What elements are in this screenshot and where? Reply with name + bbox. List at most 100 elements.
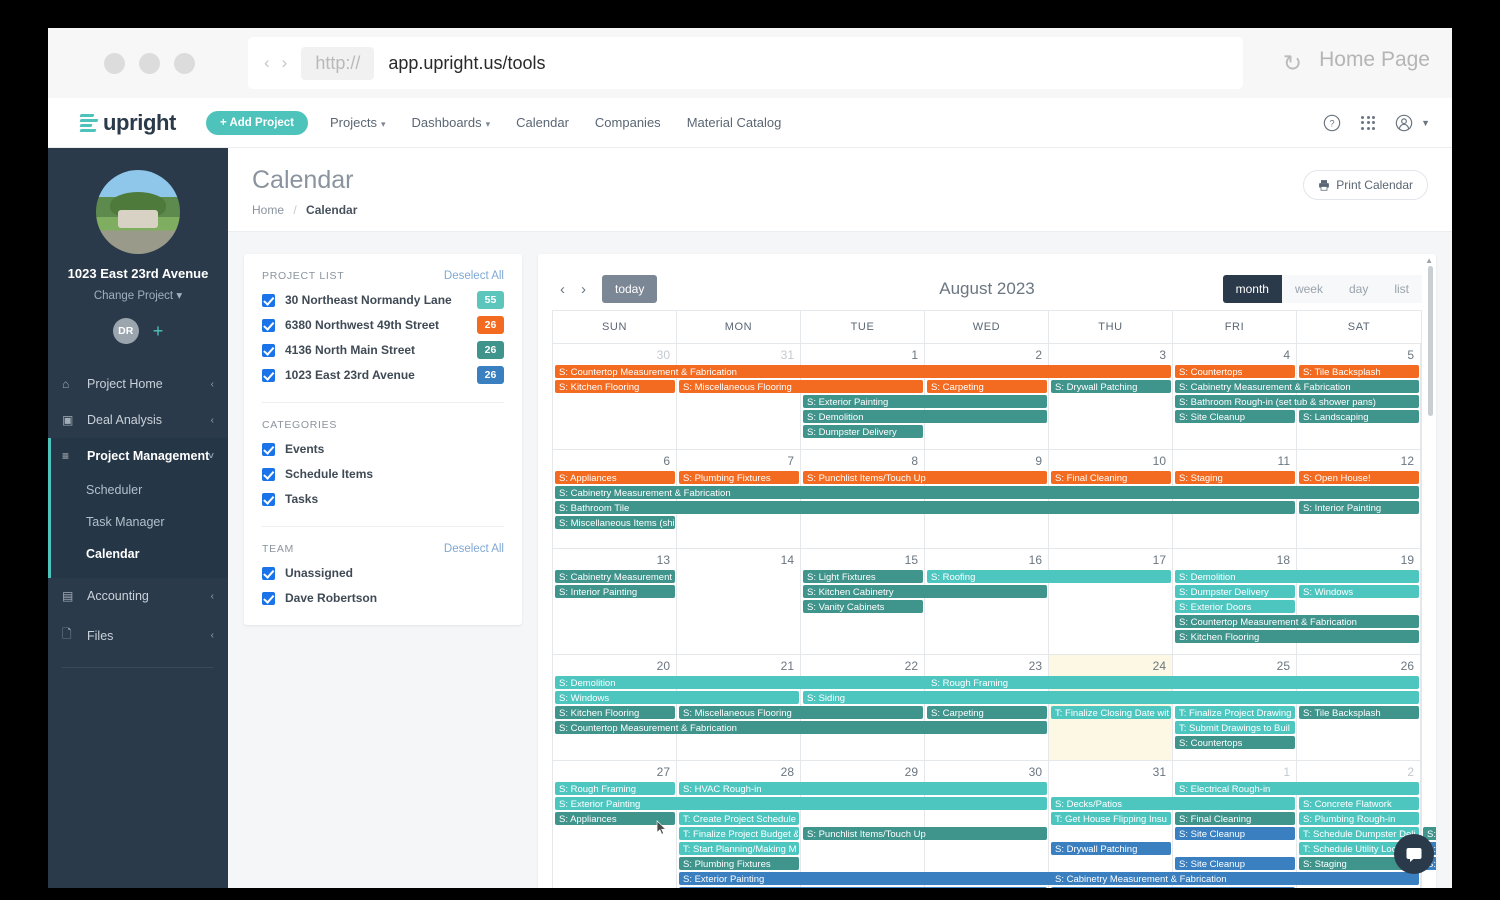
sidebar-item-task-manager[interactable]: Task Manager bbox=[48, 506, 228, 538]
team-deselect-all-link[interactable]: Deselect All bbox=[444, 543, 504, 555]
calendar-event[interactable]: S: HVAC Rough-in bbox=[678, 782, 1047, 795]
calendar-event[interactable]: S: Interior Painting bbox=[555, 585, 675, 598]
calendar-event[interactable]: T: Finalize Project Drawing bbox=[1175, 706, 1295, 719]
calendar-event[interactable]: S: Cabinetry Measurement & Fabrication bbox=[555, 486, 1419, 499]
calendar-event[interactable]: S: Site Cleanup bbox=[1175, 857, 1295, 870]
view-day-button[interactable]: day bbox=[1335, 275, 1382, 303]
view-week-button[interactable]: week bbox=[1281, 275, 1336, 303]
project-deselect-all-link[interactable]: Deselect All bbox=[444, 270, 504, 282]
calendar-event[interactable]: S: Kitchen Cabinetry bbox=[802, 585, 1047, 598]
prev-month-button[interactable]: ‹ bbox=[552, 281, 573, 298]
calendar-event[interactable]: S: Dumpster Delivery bbox=[1175, 585, 1295, 598]
calendar-event[interactable]: S: Demolition bbox=[802, 410, 1047, 423]
nav-dashboards[interactable]: Dashboards bbox=[412, 115, 491, 130]
category-filter-row[interactable]: Schedule Items bbox=[262, 467, 504, 481]
calendar-scrollbar[interactable]: ▲ bbox=[1425, 254, 1435, 888]
checkbox[interactable] bbox=[262, 566, 275, 580]
help-circle-icon[interactable]: ? bbox=[1323, 114, 1341, 132]
chevron-down-icon[interactable]: ▼ bbox=[1421, 118, 1430, 128]
checkbox[interactable] bbox=[262, 293, 275, 307]
calendar-event[interactable]: S: Miscellaneous Flooring bbox=[678, 706, 923, 719]
calendar-event[interactable]: S: Countertops bbox=[1175, 736, 1295, 749]
calendar-event[interactable]: S: Bathroom Tile bbox=[555, 501, 1295, 514]
checkbox[interactable] bbox=[262, 492, 275, 506]
calendar-event[interactable]: S: Plumbing Fixtures bbox=[678, 471, 799, 484]
calendar-event[interactable]: S: Punchlist Items/Touch Up bbox=[802, 471, 1047, 484]
calendar-event[interactable]: S: Countertop Measurement & Fabrication bbox=[555, 721, 1047, 734]
minimize-dot[interactable] bbox=[139, 52, 160, 74]
print-calendar-button[interactable]: Print Calendar bbox=[1303, 170, 1428, 200]
calendar-event[interactable]: S: Site Cleanup bbox=[1175, 410, 1295, 423]
reload-icon[interactable]: ↻ bbox=[1283, 50, 1302, 77]
address-bar[interactable]: ‹ › http:// app.upright.us/tools bbox=[248, 37, 1243, 89]
calendar-event[interactable]: S: Rough Framing bbox=[555, 782, 675, 795]
calendar-event[interactable]: S: Roofing bbox=[927, 570, 1171, 583]
add-project-button[interactable]: + Add Project bbox=[205, 110, 309, 135]
nav-material-catalog[interactable]: Material Catalog bbox=[687, 115, 782, 130]
team-filter-row[interactable]: Unassigned bbox=[262, 566, 504, 580]
calendar-event[interactable]: S: Exterior Painting bbox=[802, 395, 1047, 408]
project-filter-row[interactable]: 30 Northeast Normandy Lane 55 bbox=[262, 291, 504, 309]
calendar-event[interactable]: S: Decks/Patios bbox=[1050, 797, 1295, 810]
calendar-event[interactable]: T: Create Project Schedule bbox=[678, 812, 799, 825]
calendar-event[interactable]: T: Start Planning/Making M bbox=[678, 842, 799, 855]
calendar-event[interactable]: S: Carpeting bbox=[927, 380, 1047, 393]
calendar-event[interactable]: S: Cabinetry Measurement bbox=[555, 570, 675, 583]
nav-calendar[interactable]: Calendar bbox=[516, 115, 569, 130]
next-month-button[interactable]: › bbox=[573, 281, 594, 298]
checkbox[interactable] bbox=[262, 467, 275, 481]
calendar-event[interactable]: S: Punchlist Items/Touch Up bbox=[802, 827, 1047, 840]
calendar-event[interactable]: S: Miscellaneous Items (shi bbox=[555, 516, 675, 529]
account-circle-icon[interactable] bbox=[1395, 114, 1413, 132]
checkbox[interactable] bbox=[262, 591, 275, 605]
calendar-event[interactable]: S: Site Cleanup bbox=[1175, 827, 1295, 840]
maximize-dot[interactable] bbox=[174, 52, 195, 74]
calendar-event[interactable]: S: Kitchen Flooring bbox=[555, 706, 675, 719]
team-filter-row[interactable]: Dave Robertson bbox=[262, 591, 504, 605]
chat-support-button[interactable] bbox=[1394, 834, 1434, 874]
sidebar-item-accounting[interactable]: ▤ Accounting ‹ bbox=[48, 578, 228, 614]
brand-logo[interactable]: upright bbox=[79, 110, 176, 136]
checkbox[interactable] bbox=[262, 442, 275, 456]
sidebar-item-deal-analysis[interactable]: ▣ Deal Analysis ‹ bbox=[48, 402, 228, 438]
calendar-event[interactable]: S: Dumpster Delivery bbox=[802, 425, 923, 438]
calendar-event[interactable]: S: Drywall Patching bbox=[1050, 380, 1171, 393]
sidebar-item-project-home[interactable]: ⌂ Project Home ‹ bbox=[48, 366, 228, 402]
calendar-event[interactable]: S: Exterior Doors bbox=[1175, 600, 1295, 613]
calendar-event[interactable]: S: Appliances bbox=[555, 812, 675, 825]
calendar-event[interactable]: S: Kitchen Flooring bbox=[555, 380, 675, 393]
calendar-event[interactable]: S: Final Cleaning bbox=[1175, 812, 1295, 825]
calendar-event[interactable]: S: Concrete Flatwork bbox=[1299, 797, 1419, 810]
project-filter-row[interactable]: 4136 North Main Street 26 bbox=[262, 341, 504, 359]
view-list-button[interactable]: list bbox=[1381, 275, 1422, 303]
project-filter-row[interactable]: 1023 East 23rd Avenue 26 bbox=[262, 366, 504, 384]
calendar-event[interactable]: S: Electrical Rough-in bbox=[1175, 782, 1419, 795]
calendar-event[interactable]: S: Rough Framing bbox=[927, 676, 1419, 689]
project-filter-row[interactable]: 6380 Northwest 49th Street 26 bbox=[262, 316, 504, 334]
calendar-event[interactable]: S: Demolition bbox=[678, 887, 1047, 888]
calendar-event[interactable]: S: Cabinetry Measurement & Fabrication bbox=[1175, 380, 1419, 393]
calendar-event[interactable]: S: Bathroom Rough-in (set tub & shower p… bbox=[1175, 395, 1419, 408]
calendar-event[interactable]: S: Kitchen Flooring bbox=[1175, 630, 1419, 643]
scroll-up-icon[interactable]: ▲ bbox=[1425, 256, 1433, 265]
calendar-event[interactable]: T: Finalize Project Budget & bbox=[678, 827, 799, 840]
calendar-event[interactable]: T: Submit Drawings to Buil bbox=[1175, 721, 1295, 734]
calendar-event[interactable]: S: Countertop Measurement & Fabrication bbox=[1175, 615, 1419, 628]
calendar-event[interactable]: S: Demolition bbox=[1175, 570, 1419, 583]
category-filter-row[interactable]: Tasks bbox=[262, 492, 504, 506]
calendar-event[interactable]: S: Drywall Patching bbox=[1050, 842, 1171, 855]
checkbox[interactable] bbox=[262, 318, 275, 332]
sidebar-item-scheduler[interactable]: Scheduler bbox=[48, 474, 228, 506]
calendar-event[interactable]: S: Interior Painting bbox=[1299, 501, 1419, 514]
checkbox[interactable] bbox=[262, 368, 275, 382]
calendar-event[interactable]: S: Vanity Cabinets bbox=[802, 600, 923, 613]
breadcrumb-home[interactable]: Home bbox=[252, 203, 284, 217]
forward-icon[interactable]: › bbox=[282, 53, 288, 73]
url-text[interactable]: app.upright.us/tools bbox=[388, 53, 545, 74]
add-member-button[interactable]: + bbox=[153, 322, 164, 340]
today-button[interactable]: today bbox=[602, 275, 658, 303]
calendar-event[interactable]: S: Cabinetry Measurement & Fabrication bbox=[1050, 872, 1419, 885]
calendar-event[interactable]: S: Staging bbox=[1175, 471, 1295, 484]
calendar-event[interactable]: S: Siding bbox=[802, 691, 1419, 704]
change-project-button[interactable]: Change Project ▾ bbox=[48, 288, 228, 302]
